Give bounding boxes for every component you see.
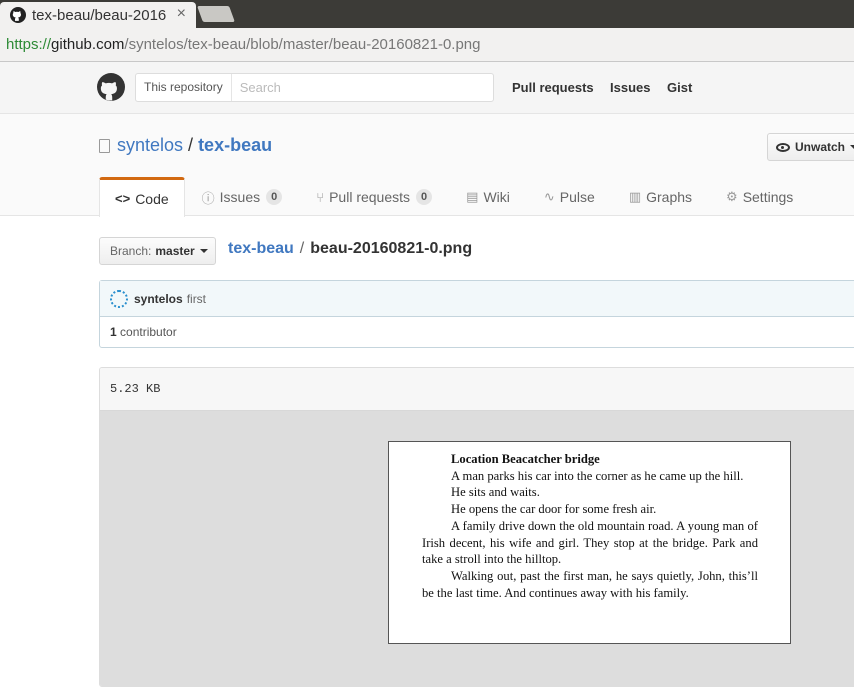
search-box: This repository: [135, 73, 494, 102]
close-icon[interactable]: ×: [177, 5, 186, 23]
url-path: /syntelos/tex-beau/blob/master/beau-2016…: [124, 36, 481, 53]
document-paragraph: He sits and waits.: [451, 485, 540, 500]
site-header: This repository Pull requests Issues Gis…: [0, 62, 854, 114]
chevron-down-icon: [850, 145, 854, 149]
png-image: Location Beacatcher bridge A man parks h…: [388, 441, 791, 644]
search-input[interactable]: [231, 74, 492, 101]
rendered-document: Location Beacatcher bridge A man parks h…: [422, 451, 758, 601]
tab-pull-requests[interactable]: ⑂ Pull requests 0: [299, 177, 449, 217]
issue-icon: ⓘ: [201, 190, 215, 206]
repo-separator: /: [188, 135, 194, 155]
document-paragraph: A man parks his car into the corner as h…: [451, 468, 744, 483]
tab-label: Wiki: [483, 189, 510, 205]
repo-icon: [99, 138, 110, 153]
tab-pulse[interactable]: ∿ Pulse: [527, 177, 612, 217]
tab-label: Pull requests: [329, 189, 411, 205]
tab-issues[interactable]: ⓘ Issues 0: [185, 177, 300, 217]
graph-icon: ▥: [628, 189, 642, 204]
nav-pull-requests[interactable]: Pull requests: [512, 80, 594, 95]
tab-graphs[interactable]: ▥ Graphs: [612, 177, 709, 217]
eye-icon: [776, 142, 790, 152]
contributors-link[interactable]: 1 contributor: [110, 325, 177, 339]
file-size: 5.23 KB: [110, 382, 161, 396]
browser-tab[interactable]: tex-beau/beau-2016 ×: [0, 2, 196, 28]
tab-code[interactable]: <> Code: [99, 177, 185, 217]
contributor-label: contributor: [120, 325, 177, 339]
file-viewer: 5.23 KB Location Beacatcher bridge A man…: [99, 367, 854, 687]
pulse-icon: ∿: [543, 189, 555, 204]
commit-author-link[interactable]: syntelos: [134, 292, 183, 306]
repo-title: syntelos / tex-beau: [99, 135, 272, 156]
search-scope-label[interactable]: This repository: [136, 74, 232, 101]
document-title: Location Beacatcher bridge: [451, 452, 600, 466]
address-bar[interactable]: https:// github.com /syntelos/tex-beau/b…: [0, 28, 854, 62]
code-icon: <>: [115, 191, 131, 206]
book-icon: ▤: [466, 189, 479, 204]
tab-label: Code: [135, 190, 169, 207]
document-paragraph: A family drive down the old mountain roa…: [422, 518, 758, 567]
repo-name-link[interactable]: tex-beau: [198, 135, 272, 156]
branch-name: master: [155, 244, 195, 258]
commit-message-link[interactable]: first: [187, 292, 206, 306]
github-logo-icon[interactable]: [97, 73, 125, 101]
branch-prefix: Branch:: [110, 244, 152, 258]
github-favicon-icon: [10, 7, 26, 23]
browser-tab-bar: tex-beau/beau-2016 ×: [0, 0, 854, 28]
browser-tab-title: tex-beau/beau-2016: [32, 6, 167, 24]
commit-tease: syntelos first 1 contributor: [99, 280, 854, 348]
new-tab-button[interactable]: [197, 6, 235, 22]
unwatch-label: Unwatch: [795, 140, 846, 154]
tab-settings[interactable]: ⚙ Settings: [709, 177, 810, 217]
breadcrumb-separator: /: [299, 240, 305, 257]
tab-label: Pulse: [559, 189, 595, 205]
image-viewer: Location Beacatcher bridge A man parks h…: [100, 411, 854, 686]
chevron-down-icon: [199, 249, 208, 253]
document-paragraph: Walking out, past the first man, he says…: [422, 568, 758, 600]
breadcrumb: tex-beau / beau-20160821-0.png: [228, 240, 472, 258]
tab-wiki[interactable]: ▤ Wiki: [449, 177, 527, 217]
pull-request-icon: ⑂: [316, 189, 325, 205]
avatar[interactable]: [110, 289, 128, 308]
gear-icon: ⚙: [726, 189, 738, 204]
repo-tabs: <> Code ⓘ Issues 0 ⑂ Pull requests 0 ▤ W…: [99, 177, 810, 217]
issues-counter: 0: [266, 189, 283, 205]
repo-owner-link[interactable]: syntelos: [117, 135, 183, 156]
breadcrumb-repo-link[interactable]: tex-beau: [228, 240, 294, 258]
file-header: 5.23 KB: [100, 368, 854, 411]
url-host: github.com: [51, 36, 125, 53]
repo-header: syntelos / tex-beau Unwatch <> Code ⓘ Is…: [0, 114, 854, 217]
contributor-count: 1: [110, 325, 117, 339]
breadcrumb-file-name: beau-20160821-0.png: [310, 240, 473, 257]
tab-label: Settings: [742, 189, 794, 205]
pull-requests-counter: 0: [416, 189, 433, 205]
url-scheme: https://: [6, 36, 52, 53]
branch-select-button[interactable]: Branch: master: [99, 237, 216, 265]
document-paragraph: He opens the car door for some fresh air…: [451, 502, 657, 517]
nav-issues[interactable]: Issues: [610, 80, 650, 95]
commit-row: syntelos first: [100, 281, 854, 317]
nav-gist[interactable]: Gist: [667, 80, 692, 95]
tab-label: Graphs: [646, 189, 693, 205]
tab-label: Issues: [219, 189, 261, 205]
unwatch-button[interactable]: Unwatch: [767, 133, 854, 161]
